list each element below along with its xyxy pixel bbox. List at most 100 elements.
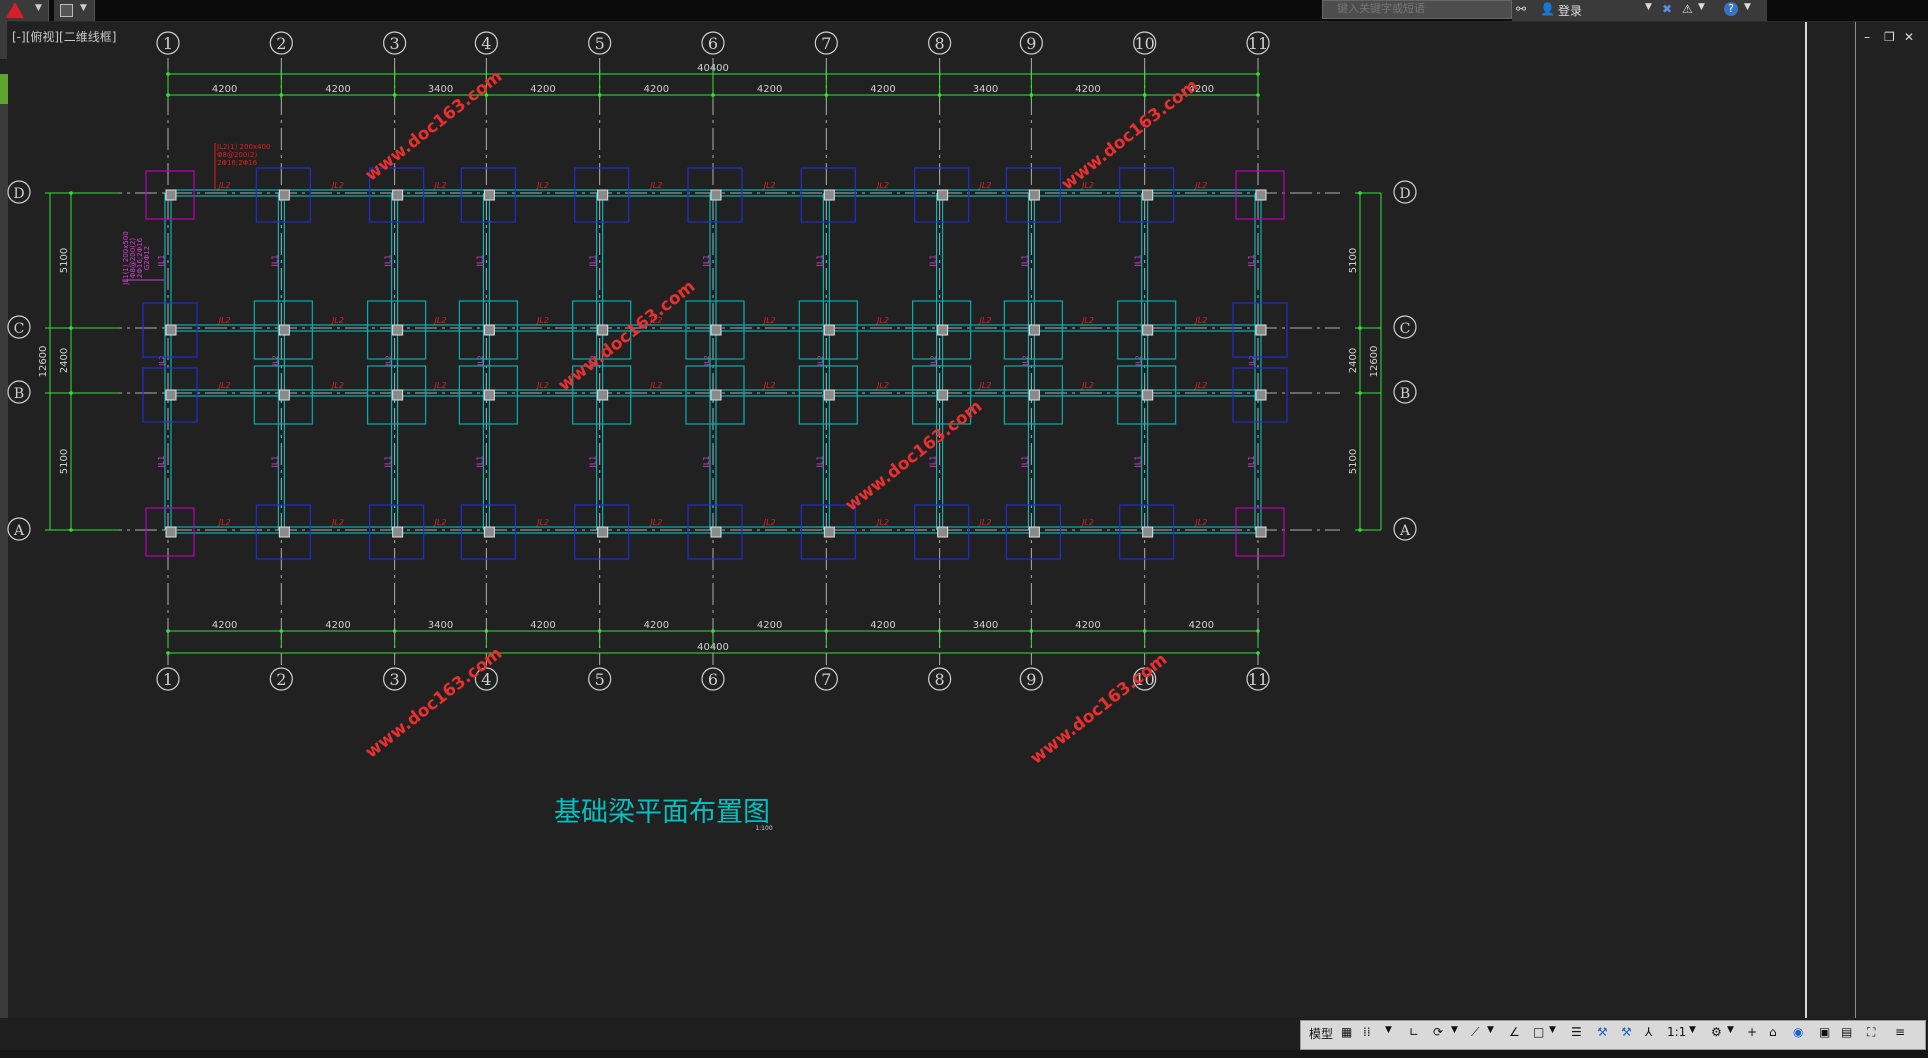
hardware-acceleration-icon[interactable]: ◉ <box>1793 1025 1803 1039</box>
beam-annotation-jl1: G2Φ12 <box>143 246 151 270</box>
column <box>165 389 177 401</box>
graphics-icon[interactable]: ▤ <box>1841 1025 1852 1039</box>
axis-label: 4 <box>481 34 491 53</box>
chevron-down-icon[interactable]: ▼ <box>1689 1025 1696 1035</box>
dimension-tick <box>1029 629 1034 633</box>
dimension-tick <box>166 629 170 633</box>
beam-label: JL1 <box>1134 456 1143 469</box>
beam-label: JL1 <box>384 456 393 469</box>
column <box>597 526 609 538</box>
object-snap-icon[interactable]: ∠ <box>1509 1025 1520 1039</box>
model-tab[interactable]: 模型 <box>1309 1025 1333 1042</box>
dimension-tick <box>1358 326 1362 330</box>
dimension-tick <box>484 629 489 633</box>
axis-label: 2 <box>276 670 286 689</box>
dimension-span: 4200 <box>870 84 895 95</box>
annotation-scale-value[interactable]: 1:1 <box>1667 1025 1686 1039</box>
beam-label: JL2 <box>875 381 889 390</box>
fullscreen-icon[interactable]: ⛶ <box>1867 1025 1875 1040</box>
beam-label: JL2 <box>978 518 992 527</box>
lineweight-icon[interactable]: ☰ <box>1571 1025 1582 1039</box>
beam-label: JL2 <box>978 181 992 190</box>
dimension-tick <box>69 191 73 195</box>
dimension-tick <box>1358 191 1362 195</box>
dimension-span: 5100 <box>59 248 70 273</box>
axis-label: B <box>1400 386 1410 402</box>
column <box>392 389 404 401</box>
snap-icon[interactable]: ⁞⁞ <box>1363 1025 1371 1039</box>
beam-label: JL2 <box>816 355 824 366</box>
dimension-span: 3400 <box>428 620 453 631</box>
column <box>1255 189 1267 201</box>
axis-label: 9 <box>1026 34 1036 53</box>
column <box>278 389 290 401</box>
chevron-down-icon[interactable]: ▼ <box>1451 1025 1458 1035</box>
dimension-span: 2400 <box>1348 348 1359 373</box>
isolate-objects-icon[interactable]: ⌂ <box>1769 1025 1777 1039</box>
column <box>165 526 177 538</box>
axis-label: A <box>13 523 25 539</box>
column <box>1028 526 1040 538</box>
beam-label: JL1 <box>929 255 938 268</box>
dimension-span: 4200 <box>325 620 350 631</box>
dimension-tick <box>166 651 170 655</box>
column <box>278 324 290 336</box>
column <box>278 189 290 201</box>
dimension-total: 12600 <box>1369 346 1380 378</box>
axis-label: C <box>1400 321 1411 337</box>
beam-label: JL2 <box>433 381 447 390</box>
beam-label: JL2 <box>1080 518 1094 527</box>
clean-screen-icon[interactable]: ▣ <box>1819 1025 1830 1039</box>
plus-icon[interactable]: + <box>1747 1025 1757 1039</box>
beam-label: JL2 <box>930 355 938 366</box>
cad-drawing-canvas[interactable]: 1 2 3 4 5 6 7 8 9 10 111 2 3 4 5 6 7 8 9 10 11DCBADCBA404004… <box>0 0 1928 1018</box>
column <box>710 389 722 401</box>
beam-label: JL2 <box>1080 381 1094 390</box>
beam-label: JL1 <box>1247 255 1256 268</box>
annotation-scale-icon[interactable]: ⅄ <box>1645 1025 1652 1039</box>
annotation-visibility-icon[interactable]: ⚒ <box>1597 1025 1608 1039</box>
auto-scale-icon[interactable]: ⚒ <box>1621 1025 1632 1039</box>
dimension-span: 4200 <box>530 84 555 95</box>
axis-label: C <box>14 321 25 337</box>
watermark-text: www.doc163.com <box>842 397 987 516</box>
column <box>823 324 835 336</box>
chevron-down-icon[interactable]: ▼ <box>1385 1025 1392 1035</box>
axis-label: 6 <box>708 34 718 53</box>
chevron-down-icon[interactable]: ▼ <box>1727 1025 1734 1035</box>
beam-label: JL2 <box>648 381 662 390</box>
beam-label: JL1 <box>589 255 598 268</box>
beam-annotation-jl2: Φ8@200(2) <box>217 151 258 159</box>
grid-icon[interactable]: ▦ <box>1341 1025 1352 1039</box>
beam-label: JL2 <box>330 181 344 190</box>
column <box>823 389 835 401</box>
chevron-down-icon[interactable]: ▼ <box>1487 1025 1494 1035</box>
dimension-span: 3400 <box>973 620 998 631</box>
chevron-down-icon[interactable]: ▼ <box>1549 1025 1556 1035</box>
dimension-span: 4200 <box>644 620 669 631</box>
axis-label: 8 <box>935 34 945 53</box>
beam-label: JL2 <box>703 355 711 366</box>
polar-tracking-icon[interactable]: ⟳ <box>1433 1025 1443 1039</box>
column <box>483 324 495 336</box>
drawing-scale: 1:100 <box>755 825 772 832</box>
beam-label: JL1 <box>702 456 711 469</box>
column <box>392 189 404 201</box>
column <box>1028 189 1040 201</box>
customize-menu-icon[interactable]: ≡ <box>1895 1025 1905 1039</box>
beam-label: JL1 <box>475 255 484 268</box>
dimension-span: 4200 <box>757 620 782 631</box>
isodraft-icon[interactable]: ⟋ <box>1471 1025 1479 1040</box>
axis-label: 7 <box>821 670 831 689</box>
ortho-icon[interactable]: ∟ <box>1409 1025 1419 1039</box>
beam-label: JL1 <box>702 255 711 268</box>
object-snap-tracking-icon[interactable]: □ <box>1533 1025 1544 1039</box>
dimension-tick <box>937 93 942 97</box>
workspace-gear-icon[interactable]: ⚙ <box>1711 1025 1722 1039</box>
column <box>710 189 722 201</box>
dimension-tick <box>69 528 73 532</box>
dimension-span: 4200 <box>1075 620 1100 631</box>
beam-label: JL2 <box>1193 316 1207 325</box>
dimension-tick <box>711 93 715 97</box>
dimension-tick <box>392 629 397 633</box>
